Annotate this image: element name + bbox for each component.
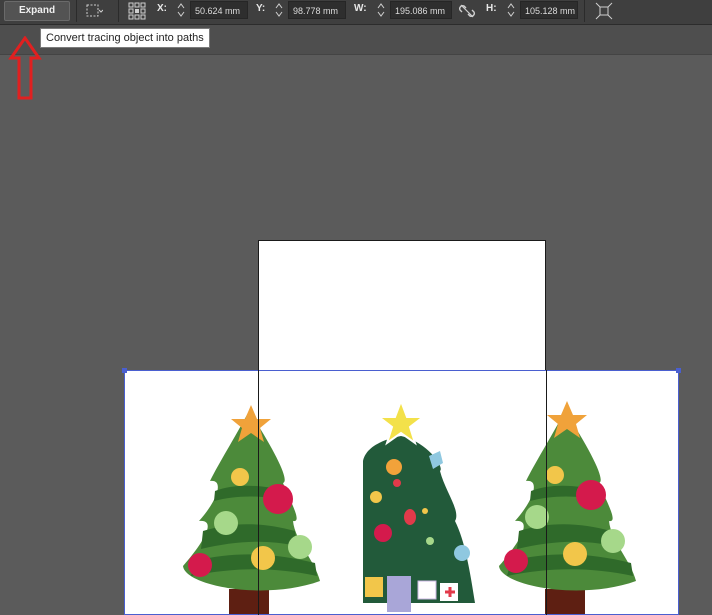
marquee-selection-icon[interactable] [85,2,103,20]
traced-image-object[interactable] [124,370,679,615]
left-christmas-tree [183,405,320,614]
selection-handle-top-left[interactable] [122,368,127,373]
constrain-proportions-link-icon[interactable] [458,2,476,20]
y-spinner-icon[interactable] [273,1,285,19]
right-christmas-tree [499,401,636,614]
h-label: H: [486,3,497,14]
y-label: Y: [256,3,266,14]
y-field[interactable]: 98.778 mm [288,1,346,19]
red-up-arrow-annotation [8,36,42,100]
expand-button[interactable]: Expand [4,1,70,21]
h-field[interactable]: 105.128 mm [520,1,578,19]
toolbar-separator [76,0,77,22]
expand-tooltip: Convert tracing object into paths [40,28,210,48]
artboard[interactable] [258,240,546,371]
w-spinner-icon[interactable] [375,1,387,19]
selection-handle-top-right[interactable] [676,368,681,373]
control-bar: Expand X: 50.624 mm Y: 98.778 mm W: 195.… [0,0,712,25]
toolbar-separator [118,0,119,22]
middle-christmas-tree [363,398,475,612]
h-spinner-icon[interactable] [505,1,517,19]
w-field[interactable]: 195.086 mm [390,1,452,19]
transform-panel-icon[interactable] [595,2,613,20]
artboard-edge-right [546,370,547,615]
christmas-trees-artwork [183,398,636,614]
artboard-edge-left [258,370,259,615]
toolbar-separator [584,0,585,22]
x-label: X: [157,3,167,14]
x-field[interactable]: 50.624 mm [190,1,248,19]
reference-point-icon[interactable] [128,2,146,20]
w-label: W: [354,3,367,14]
x-spinner-icon[interactable] [175,1,187,19]
